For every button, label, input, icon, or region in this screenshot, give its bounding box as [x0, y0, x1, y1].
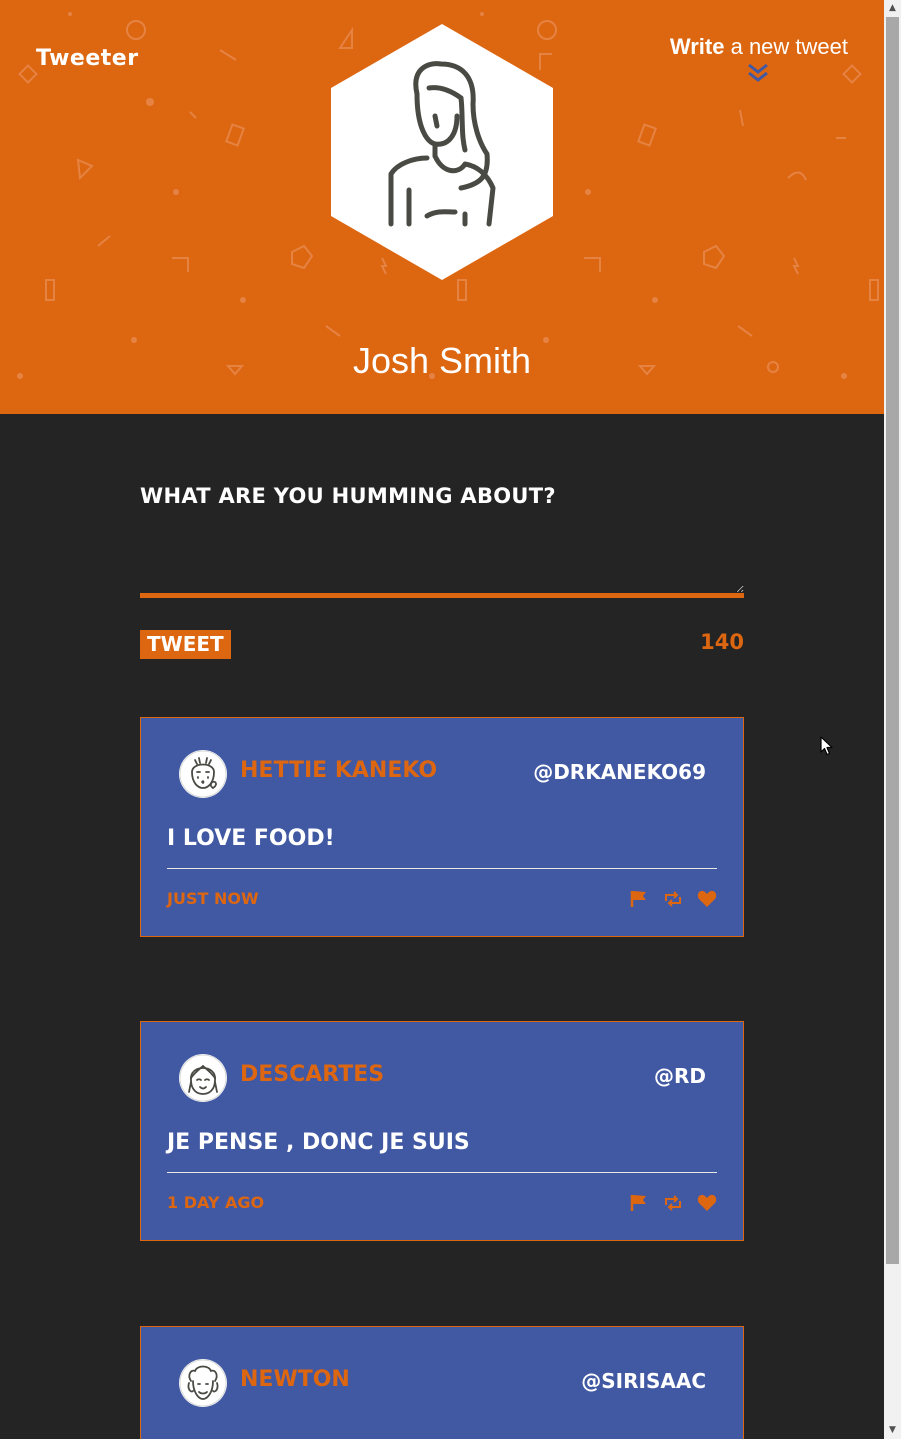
tweet-card: Hettie Kaneko @drkaneko69 I love food! j… — [140, 717, 744, 937]
write-link-bold: Write — [669, 34, 725, 59]
tweet-card: Newton @SirIsaac — [140, 1326, 744, 1439]
flag-icon[interactable] — [629, 890, 649, 908]
heart-icon[interactable] — [697, 1194, 717, 1212]
tweet-submit-button[interactable]: Tweet — [140, 630, 231, 659]
tweet-text: I love food! — [167, 826, 335, 851]
tweet-textarea[interactable] — [140, 536, 744, 598]
character-counter: 140 — [700, 630, 744, 654]
tweet-timestamp: just now — [167, 889, 259, 908]
tweet-card: Descartes @rd Je pense , donc je suis 1 … — [140, 1021, 744, 1241]
write-link-rest: a new tweet — [724, 34, 848, 59]
profile-avatar — [331, 24, 553, 280]
compose-label: What are you humming about? — [140, 484, 556, 508]
tweet-divider — [167, 868, 717, 869]
avatar — [179, 1359, 227, 1407]
flag-icon[interactable] — [629, 1194, 649, 1212]
scroll-up-arrow-icon[interactable]: ▲ — [884, 0, 901, 17]
tweet-author-handle[interactable]: @rd — [654, 1064, 706, 1088]
vertical-scrollbar[interactable]: ▲ ▼ — [884, 0, 901, 1439]
tweet-author-handle[interactable]: @drkaneko69 — [533, 760, 706, 784]
retweet-icon[interactable] — [663, 1194, 683, 1212]
write-new-tweet-link[interactable]: Write a new tweet — [670, 34, 848, 60]
scroll-down-arrow-icon[interactable]: ▼ — [884, 1422, 901, 1439]
avatar — [179, 1054, 227, 1102]
tweet-divider — [167, 1172, 717, 1173]
tweet-author-handle[interactable]: @SirIsaac — [581, 1369, 706, 1393]
tweet-actions — [629, 1194, 717, 1212]
retweet-icon[interactable] — [663, 890, 683, 908]
scrollbar-thumb[interactable] — [886, 17, 899, 1264]
tweet-timestamp: 1 day ago — [167, 1193, 265, 1212]
tweet-text: Je pense , donc je suis — [167, 1130, 470, 1155]
compose-tweet-section: What are you humming about? Tweet 140 — [140, 484, 744, 666]
avatar — [179, 750, 227, 798]
tweet-author-name[interactable]: Newton — [240, 1367, 350, 1392]
mouse-cursor-icon — [820, 736, 833, 756]
profile-username: Josh Smith — [352, 340, 532, 381]
tweet-author-name[interactable]: Descartes — [240, 1062, 384, 1087]
tweet-author-name[interactable]: Hettie Kaneko — [240, 758, 437, 783]
profile-header: Tweeter Write a new tweet Josh Smith — [0, 0, 884, 414]
heart-icon[interactable] — [697, 890, 717, 908]
brand-logo[interactable]: Tweeter — [36, 46, 139, 71]
tweet-actions — [629, 890, 717, 908]
double-chevron-down-icon[interactable] — [747, 62, 769, 84]
